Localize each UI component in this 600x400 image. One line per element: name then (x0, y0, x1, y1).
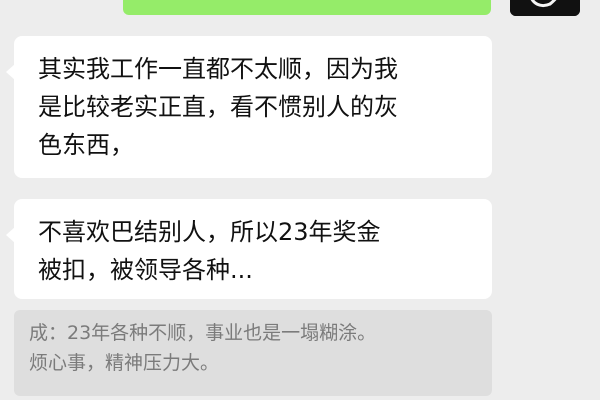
avatar-icon (510, 0, 580, 16)
message-text-line: 其实我工作一直都不太顺，因为我 (38, 55, 398, 83)
quote-text-line: 烦心事，精神压力大。 (29, 352, 220, 374)
avatar[interactable] (510, 0, 580, 16)
received-message-bubble[interactable]: 不喜欢巴结别人，所以23年奖金 被扣，被领导各种... (6, 199, 492, 299)
message-text-line: 是比较老实正直，看不惯别人的灰 (38, 93, 398, 121)
message-text-line: 被扣，被领导各种... (38, 256, 253, 284)
sent-message-bubble[interactable] (123, 0, 491, 15)
quoted-message[interactable]: 成：23年各种不顺，事业也是一塌糊涂。 烦心事，精神压力大。 (14, 310, 492, 396)
message-text-line: 不喜欢巴结别人，所以23年奖金 (38, 218, 381, 246)
received-message-bubble[interactable]: 其实我工作一直都不太顺，因为我 是比较老实正直，看不惯别人的灰 色东西， (6, 36, 492, 178)
message-text-line: 色东西， (38, 131, 134, 159)
quote-text-line: 成：23年各种不顺，事业也是一塌糊涂。 (29, 322, 377, 344)
chat-area[interactable]: 其实我工作一直都不太顺，因为我 是比较老实正直，看不惯别人的灰 色东西， 不喜欢… (0, 0, 600, 400)
